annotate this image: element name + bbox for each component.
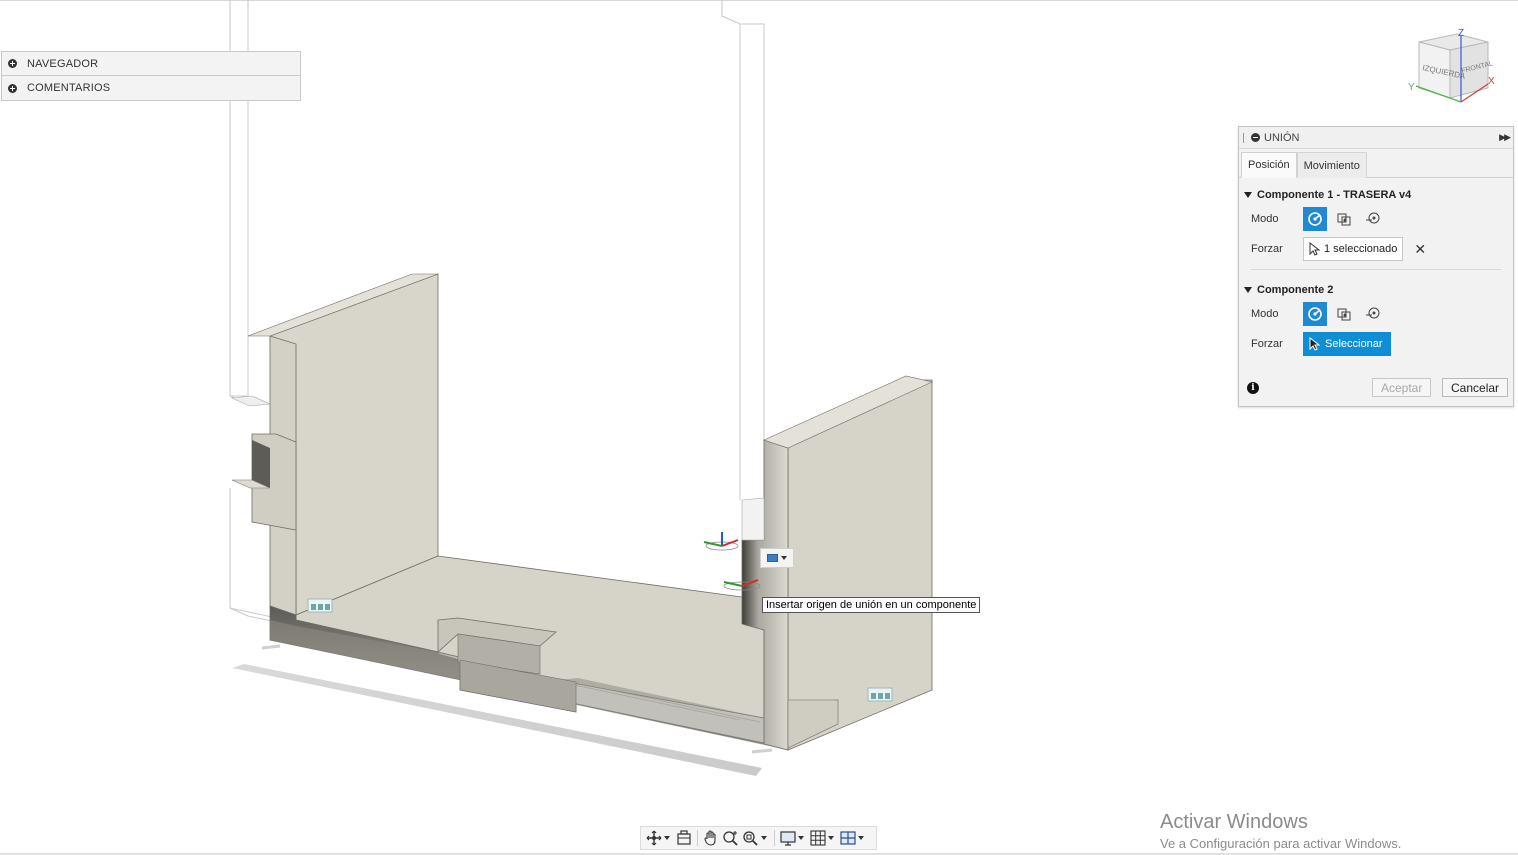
section-divider xyxy=(1251,269,1501,270)
browser-item-navegador[interactable]: NAVEGADOR xyxy=(1,51,301,76)
expand-plus-icon[interactable] xyxy=(8,59,17,68)
joint-dialog: UNIÓN ▶▶ Posición Movimiento Componente … xyxy=(1238,126,1514,407)
toolbar-separator xyxy=(697,830,698,846)
mode-simple-button[interactable] xyxy=(1303,207,1327,231)
triangle-down-icon xyxy=(1244,192,1252,198)
chevron-down-icon xyxy=(781,556,787,560)
viewports-icon xyxy=(840,831,856,845)
viewports-tool[interactable] xyxy=(839,828,867,848)
pan-tool[interactable] xyxy=(702,828,720,848)
dialog-tabs: Posición Movimiento xyxy=(1239,149,1513,178)
collapse-minus-icon[interactable] xyxy=(1251,133,1260,142)
windows-watermark-subtitle: Ve a Configuración para activar Windows. xyxy=(1160,836,1402,851)
axis-z-label: Z xyxy=(1458,28,1464,39)
windows-watermark-title: Activar Windows xyxy=(1160,811,1308,833)
look-at-tool[interactable] xyxy=(675,828,693,848)
snap-label: Forzar xyxy=(1251,338,1283,350)
browser-panel: NAVEGADOR COMENTARIOS xyxy=(1,51,301,101)
ok-button[interactable]: Aceptar xyxy=(1372,378,1432,397)
between-faces-icon xyxy=(1337,213,1351,226)
edge-intersection-icon xyxy=(1366,212,1380,224)
snap-row-2: Forzar Seleccionar xyxy=(1239,330,1513,358)
section-component-1[interactable]: Componente 1 - TRASERA v4 xyxy=(1239,187,1513,203)
browser-item-comentarios[interactable]: COMENTARIOS xyxy=(1,76,301,101)
mode-two-edge-intersection-button[interactable] xyxy=(1361,207,1385,231)
clear-selection-x-icon[interactable]: ✕ xyxy=(1414,241,1426,258)
chevron-down-icon xyxy=(858,836,864,840)
drag-handle-icon[interactable] xyxy=(1243,132,1245,143)
snap-label: Forzar xyxy=(1251,243,1283,255)
between-faces-icon xyxy=(1337,308,1351,321)
hand-icon xyxy=(704,830,716,846)
triangle-down-icon xyxy=(1244,287,1252,293)
mode-two-edge-intersection-button[interactable] xyxy=(1361,302,1385,326)
zoom-window-icon xyxy=(743,831,758,846)
monitor-icon xyxy=(780,831,796,846)
mode-row-1: Modo xyxy=(1239,205,1513,233)
navigation-toolbar xyxy=(640,826,877,850)
grid-icon xyxy=(810,830,826,846)
marker-icon-left[interactable] xyxy=(307,598,333,613)
tooltip: Insertar origen de unión en un component… xyxy=(762,597,981,613)
select-button-label: Seleccionar xyxy=(1325,338,1383,350)
mode-row-2: Modo xyxy=(1239,300,1513,328)
cancel-button[interactable]: Cancelar xyxy=(1442,378,1509,397)
toolbar-separator xyxy=(774,830,775,846)
section-title: Componente 1 - TRASERA v4 xyxy=(1257,189,1412,201)
tab-posicion[interactable]: Posición xyxy=(1241,152,1297,178)
browser-item-label: NAVEGADOR xyxy=(27,57,99,70)
chevron-down-icon xyxy=(798,836,804,840)
expand-plus-icon[interactable] xyxy=(8,83,17,93)
snap-selection-value: 1 seleccionado xyxy=(1324,243,1398,255)
orbit-tool[interactable] xyxy=(645,828,673,848)
info-icon[interactable]: i xyxy=(1247,382,1259,394)
chevron-down-icon xyxy=(761,836,767,840)
simple-mode-icon xyxy=(1308,307,1322,321)
dialog-header[interactable]: UNIÓN ▶▶ xyxy=(1239,127,1513,149)
browser-item-label: COMENTARIOS xyxy=(27,82,111,94)
dialog-footer: i Aceptar Cancelar xyxy=(1239,375,1513,401)
chevron-down-icon xyxy=(664,836,670,840)
zoom-window-tool[interactable] xyxy=(742,828,770,848)
ground-tick xyxy=(751,748,773,754)
marker-icon-right[interactable] xyxy=(867,687,893,702)
edge-intersection-icon xyxy=(1366,307,1380,319)
axis-y-label: Y xyxy=(1408,82,1415,93)
section-component-2[interactable]: Componente 2 xyxy=(1239,282,1513,298)
mode-between-two-faces-button[interactable] xyxy=(1332,302,1356,326)
select-button[interactable]: Seleccionar xyxy=(1303,332,1392,356)
fast-forward-icon[interactable]: ▶▶ xyxy=(1499,132,1511,143)
dialog-title: UNIÓN xyxy=(1264,131,1300,144)
chevron-down-icon xyxy=(828,836,834,840)
mode-simple-button[interactable] xyxy=(1303,302,1327,326)
image-icon xyxy=(767,554,778,562)
zoom-tool[interactable] xyxy=(722,828,740,848)
joint-origin-dropdown[interactable] xyxy=(760,548,794,568)
cursor-arrow-icon xyxy=(1309,337,1320,351)
axis-x-label: X xyxy=(1488,76,1495,87)
mode-label: Modo xyxy=(1251,213,1279,225)
snap-row-1: Forzar 1 seleccionado ✕ xyxy=(1239,235,1513,263)
orbit-icon xyxy=(646,830,662,846)
display-settings-tool[interactable] xyxy=(779,828,807,848)
snap-selection-box[interactable]: 1 seleccionado xyxy=(1303,237,1404,261)
zoom-icon xyxy=(723,831,738,846)
look-at-icon xyxy=(677,830,691,845)
left-wall xyxy=(230,273,439,616)
grid-snaps-tool[interactable] xyxy=(809,828,837,848)
ground-tick xyxy=(261,644,281,650)
tab-movimiento[interactable]: Movimiento xyxy=(1296,152,1367,178)
section-title: Componente 2 xyxy=(1257,284,1334,296)
viewcube[interactable]: IZQUIERDA FRONTAL Z X Y xyxy=(1402,26,1502,106)
mode-between-two-faces-button[interactable] xyxy=(1332,207,1356,231)
simple-mode-icon xyxy=(1308,212,1322,226)
mode-label: Modo xyxy=(1251,308,1279,320)
cursor-arrow-icon xyxy=(1309,242,1320,256)
